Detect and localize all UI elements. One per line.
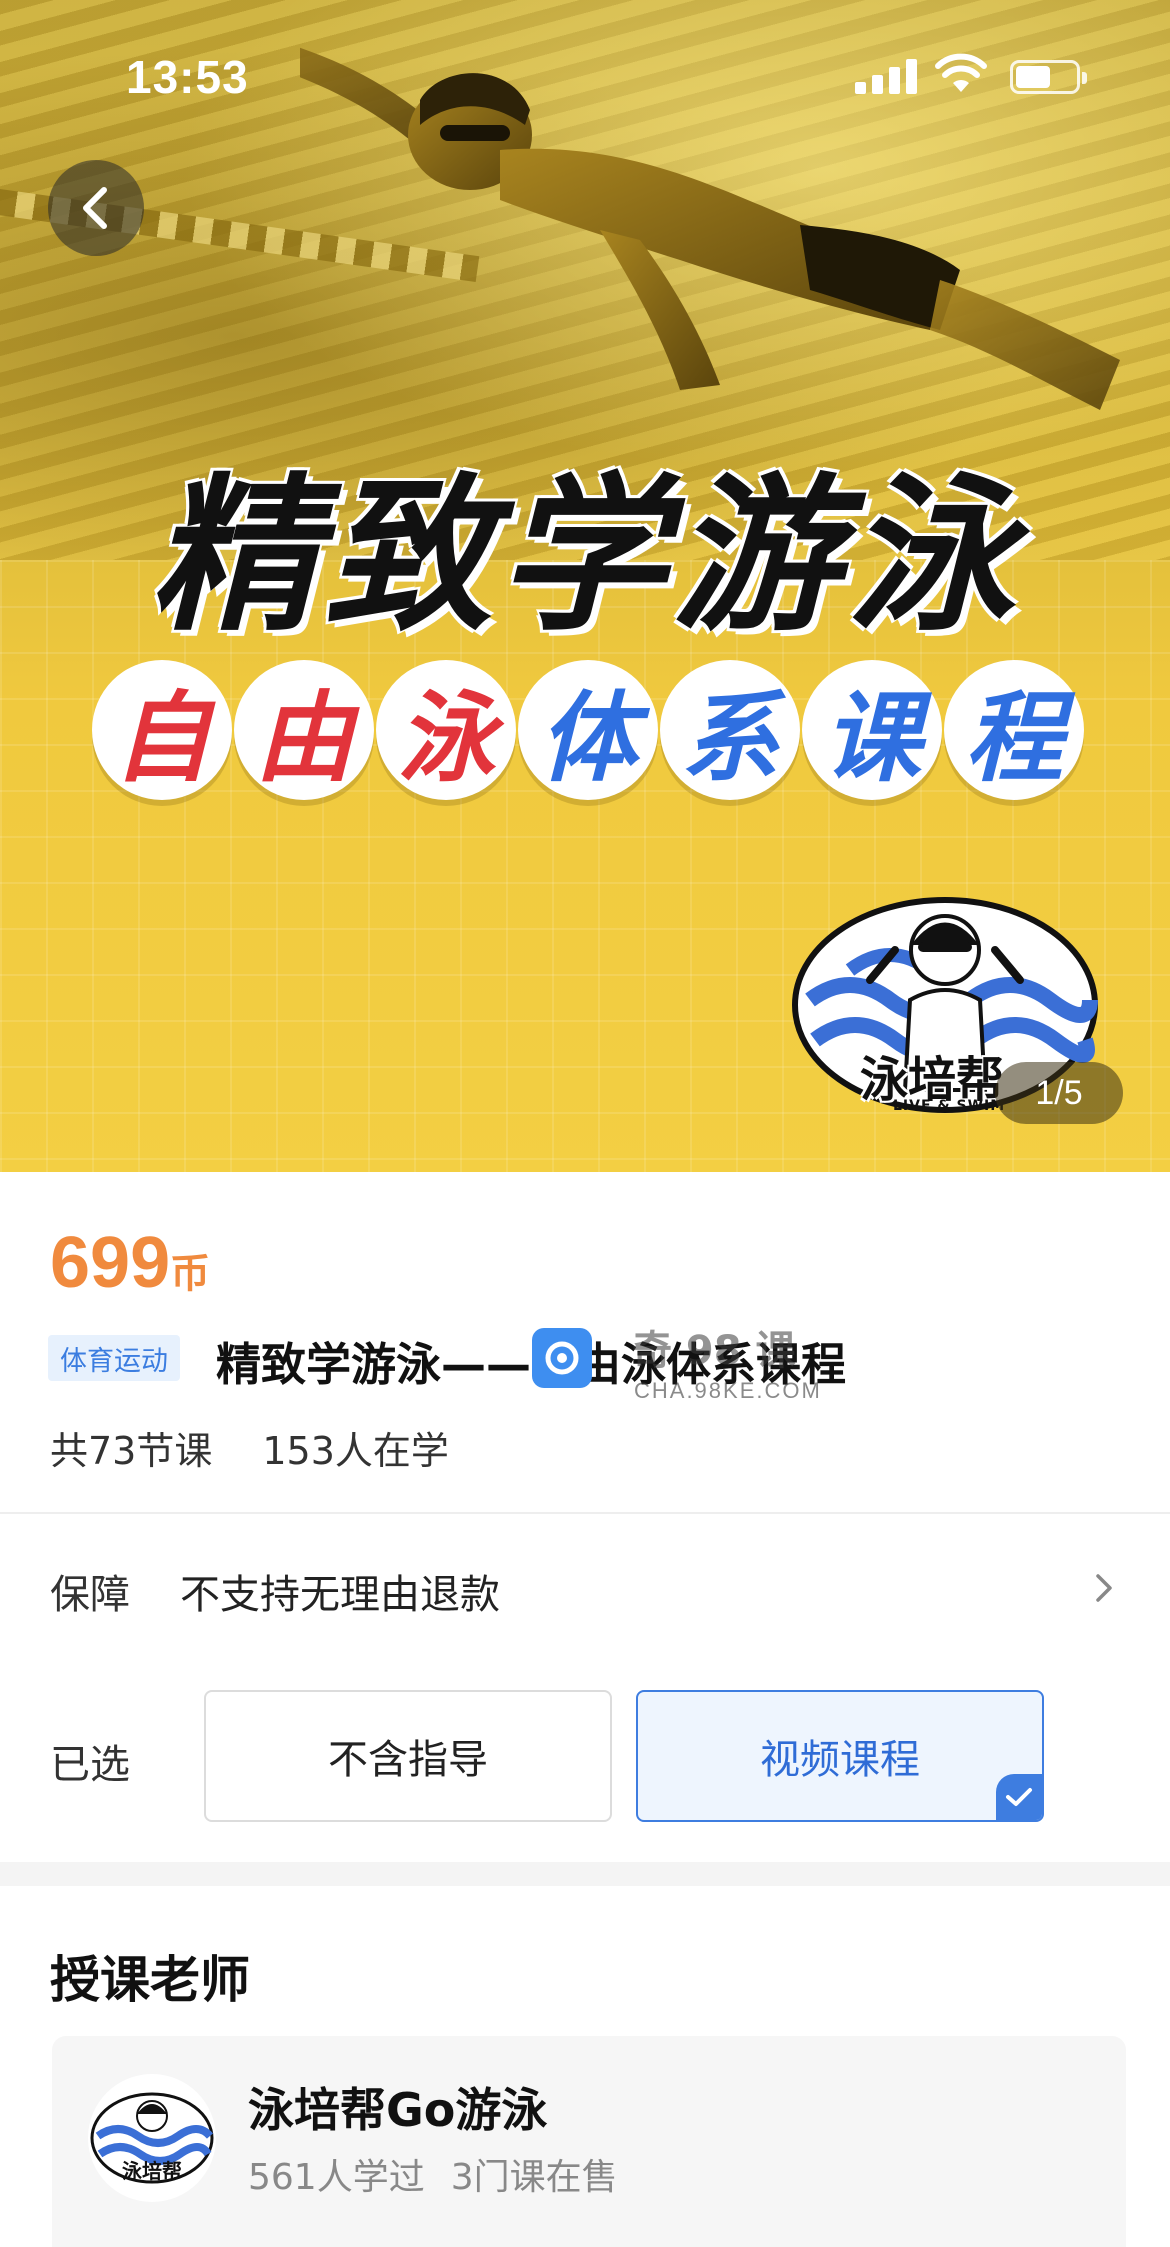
watermark-logo-icon	[532, 1328, 592, 1388]
hero-banner[interactable]: 13:53 精致学游泳 自 由 泳 体 系 课 程 泳培帮 LIVE & SWI…	[0, 0, 1170, 1172]
watermark: 奇 98 课 CHA.98KE.COM	[532, 1316, 832, 1416]
price-unit: 币	[170, 1252, 211, 1296]
watermark-text: 奇 98 课	[632, 1328, 796, 1374]
teacher-name: 泳培帮Go游泳	[248, 2083, 548, 2137]
subtitle-char: 由	[234, 660, 374, 800]
option-no-guidance[interactable]: 不含指导	[204, 1690, 612, 1822]
status-bar: 13:53	[0, 0, 1170, 150]
lesson-count: 共73节课	[50, 1429, 213, 1473]
cellular-signal-icon	[855, 58, 919, 94]
watermark-url: CHA.98KE.COM	[634, 1378, 822, 1403]
subtitle-char: 系	[660, 660, 800, 800]
logo-subtext: LIVE & SWIM	[893, 1098, 1006, 1114]
learner-count: 153人在学	[262, 1429, 449, 1473]
teacher-card[interactable]: 泳培帮 泳培帮Go游泳 561人学过 3门课在售	[52, 2036, 1126, 2247]
checkmark-icon	[996, 1774, 1042, 1820]
teacher-stats: 561人学过 3门课在售	[248, 2148, 618, 2200]
category-tag: 体育运动	[48, 1335, 180, 1381]
guarantee-row[interactable]: 保障 不支持无理由退款	[0, 1512, 1170, 1662]
teacher-avatar: 泳培帮	[88, 2074, 216, 2202]
teacher-section-title: 授课老师	[50, 1951, 250, 2009]
wifi-icon	[935, 53, 987, 92]
course-meta: 共73节课 153人在学	[50, 1420, 449, 1475]
subtitle-char: 体	[518, 660, 658, 800]
status-time: 13:53	[126, 51, 249, 103]
selection-label: 已选	[50, 1742, 130, 1788]
teacher-course-count: 3门课在售	[450, 2157, 618, 2198]
subtitle-char: 泳	[376, 660, 516, 800]
guarantee-label: 保障	[50, 1572, 130, 1618]
section-separator	[0, 1862, 1170, 1886]
price-value: 699	[50, 1223, 171, 1303]
chevron-right-icon	[1096, 1574, 1112, 1602]
image-counter: 1/5	[995, 1062, 1123, 1124]
hero-title: 精致学游泳	[150, 458, 1020, 654]
subtitle-char: 程	[944, 660, 1084, 800]
option-video-course[interactable]: 视频课程	[636, 1690, 1044, 1822]
back-button[interactable]	[48, 160, 144, 256]
avatar-logo-text: 泳培帮	[122, 2159, 182, 2183]
battery-icon	[1010, 60, 1087, 94]
teacher-learned-count: 561人学过	[248, 2157, 425, 2198]
hero-subtitle-pills: 自 由 泳 体 系 课 程	[78, 660, 1098, 820]
option-label: 视频课程	[760, 1737, 920, 1783]
guarantee-value: 不支持无理由退款	[180, 1572, 500, 1618]
selection-row: 已选 不含指导 视频课程	[0, 1662, 1170, 1862]
subtitle-char: 自	[92, 660, 232, 800]
price: 699币	[50, 1222, 210, 1304]
chevron-left-icon	[83, 187, 107, 229]
subtitle-char: 课	[802, 660, 942, 800]
